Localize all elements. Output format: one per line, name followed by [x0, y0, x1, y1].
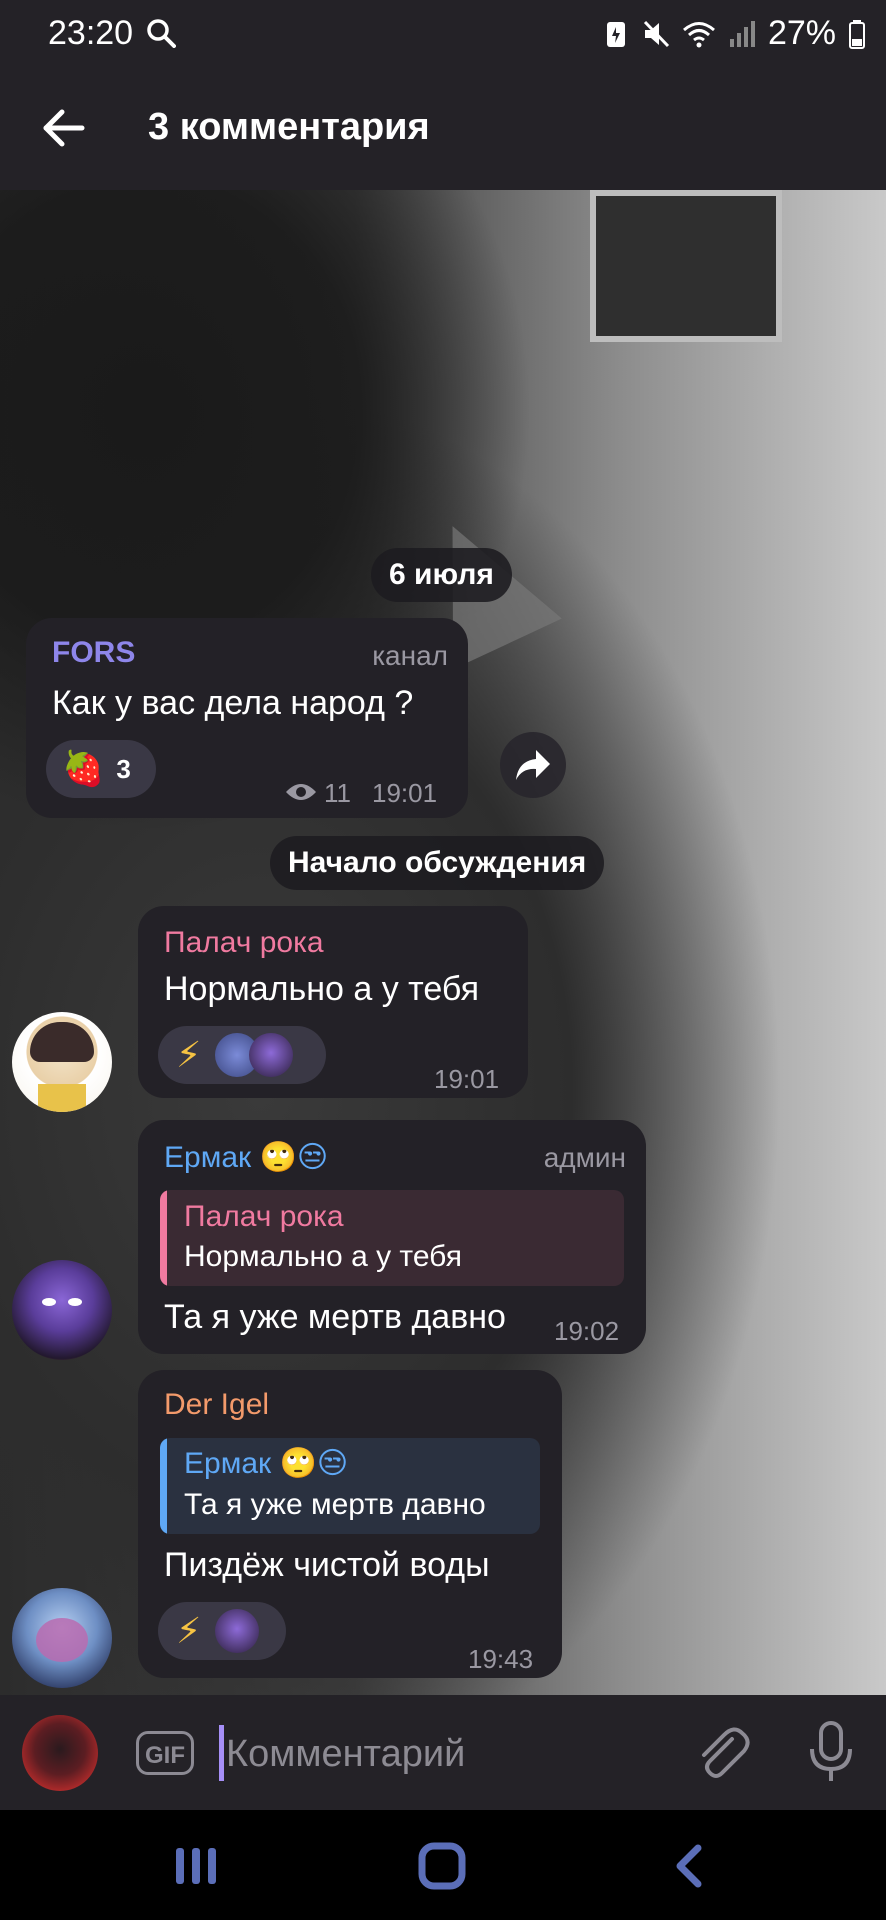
channel-badge: канал	[372, 640, 448, 671]
channel-post-bubble[interactable]: FORS канал Как у вас дела народ ? 🍓 3 11…	[26, 618, 468, 818]
post-text: Как у вас дела народ ?	[52, 684, 414, 722]
quote-author: Палач рока	[184, 1200, 344, 1233]
views-count: 11	[324, 778, 351, 808]
battery-percent: 27%	[767, 14, 836, 52]
comment-bubble-2[interactable]: Ермак 🙄😒 админ Палач рока Нормально а у …	[138, 1120, 646, 1354]
wifi-icon	[682, 21, 715, 47]
admin-badge: админ	[543, 1142, 626, 1173]
comment-author[interactable]: Der Igel	[164, 1388, 269, 1422]
discussion-start-pill: Начало обсуждения	[270, 836, 605, 890]
back-arrow-icon[interactable]	[40, 104, 88, 152]
comment-text: Та я уже мертв давно	[164, 1298, 506, 1336]
comment-bubble-1[interactable]: Палач рока Нормально а у тебя ⚡ 19:01	[138, 906, 528, 1098]
search-icon	[147, 19, 176, 48]
comment-text: Нормально а у тебя	[164, 970, 479, 1008]
views-eye-icon	[286, 784, 316, 800]
attach-clip-icon[interactable]	[692, 1723, 752, 1783]
reactor-avatar	[249, 1033, 294, 1077]
reply-quote[interactable]: Ермак 🙄😒 Та я уже мертв давно	[160, 1438, 540, 1534]
send-as-avatar[interactable]	[22, 1715, 98, 1791]
back-nav-icon[interactable]	[660, 1840, 720, 1892]
lightning-icon: ⚡	[176, 1610, 202, 1651]
battery-saver-icon	[606, 21, 625, 47]
reply-quote[interactable]: Палач рока Нормально а у тебя	[160, 1190, 624, 1286]
status-bar: 23:20 27%	[0, 0, 886, 66]
signal-icon	[729, 20, 755, 47]
system-navigation-bar	[0, 1810, 886, 1920]
avatar-palach-roka[interactable]	[12, 1012, 112, 1112]
strawberry-icon: 🍓	[62, 750, 105, 788]
reaction-chip[interactable]: ⚡	[158, 1602, 286, 1660]
quote-text: Та я уже мертв давно	[184, 1488, 486, 1521]
comment-time: 19:02	[554, 1316, 620, 1346]
reaction-chip[interactable]: ⚡	[158, 1026, 326, 1084]
post-time: 19:01	[372, 778, 438, 808]
quote-bar	[160, 1190, 167, 1286]
quote-text: Нормально а у тебя	[184, 1240, 462, 1273]
page-title: 3 комментария	[148, 106, 430, 148]
gif-button[interactable]: GIF	[136, 1731, 194, 1775]
date-pill: 6 июля	[371, 548, 512, 602]
top-app-bar: 3 комментария	[0, 66, 886, 190]
quote-author: Ермак 🙄😒	[184, 1447, 349, 1480]
microphone-icon[interactable]	[806, 1721, 856, 1783]
comment-input[interactable]	[224, 1723, 668, 1785]
channel-name[interactable]: FORS	[52, 636, 135, 670]
avatar-ermak[interactable]	[12, 1260, 112, 1360]
comment-time: 19:01	[434, 1064, 500, 1094]
comment-bubble-3[interactable]: Der Igel Ермак 🙄😒 Та я уже мертв давно П…	[138, 1370, 562, 1678]
forward-button[interactable]	[500, 732, 566, 798]
comment-time: 19:43	[468, 1644, 534, 1674]
recent-apps-icon[interactable]	[166, 1840, 226, 1892]
comment-author[interactable]: Палач рока	[164, 926, 324, 960]
forward-arrow-icon	[516, 750, 550, 780]
comment-composer: GIF	[0, 1695, 886, 1810]
reaction-count: 3	[116, 753, 131, 784]
comment-text: Пиздёж чистой воды	[164, 1546, 490, 1584]
lightning-icon: ⚡	[176, 1034, 202, 1075]
home-icon[interactable]	[412, 1840, 472, 1892]
status-icons: 27%	[602, 14, 866, 53]
avatar-der-igel[interactable]	[12, 1588, 112, 1688]
battery-icon	[849, 19, 865, 49]
reaction-chip[interactable]: 🍓 3	[46, 740, 156, 798]
background-picture-frame	[590, 190, 782, 342]
comment-author[interactable]: Ермак 🙄😒	[164, 1140, 328, 1175]
mute-icon	[643, 20, 670, 47]
status-time: 23:20	[48, 14, 134, 52]
reactor-avatar	[215, 1609, 260, 1653]
quote-bar	[160, 1438, 167, 1534]
